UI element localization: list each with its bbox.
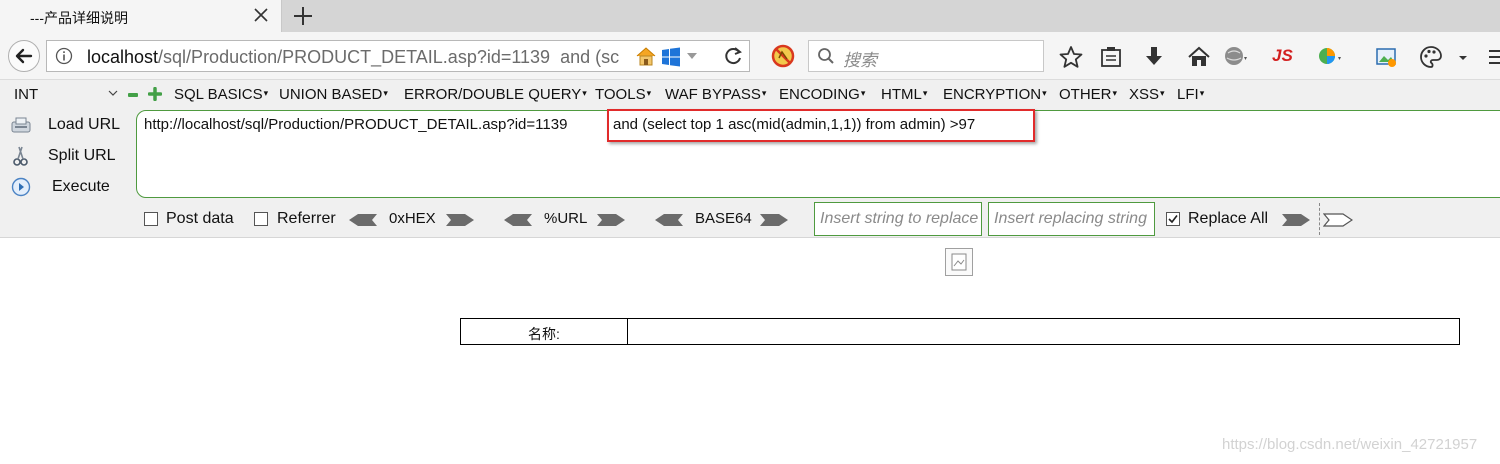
textarea-base-url: http://localhost/sql/Production/PRODUCT_…: [144, 116, 568, 133]
url-encode-arrow-icon[interactable]: [596, 212, 626, 228]
replace-all-label: Replace All: [1188, 210, 1269, 227]
close-icon[interactable]: [250, 3, 272, 27]
globe-addon-icon[interactable]: [1222, 44, 1248, 70]
replace-all-checkbox[interactable]: [1166, 212, 1180, 226]
menu-xss[interactable]: XSS: [1129, 86, 1165, 103]
windows-icon[interactable]: [661, 47, 681, 67]
url-path: /sql/Production/PRODUCT_DETAIL.asp?id=11…: [158, 47, 551, 67]
search-placeholder: 搜索: [843, 51, 877, 70]
tab-strip: ---产品详细说明: [0, 0, 1500, 32]
back-arrow-icon: [15, 48, 33, 64]
url-encode-label: %URL: [544, 210, 588, 227]
hex-label: 0xHEX: [389, 210, 436, 227]
post-data-label: Post data: [166, 210, 234, 227]
hex-decode-arrow-icon[interactable]: [348, 212, 378, 228]
injection-highlight-box: [607, 109, 1035, 142]
bookmark-star-icon[interactable]: [1058, 44, 1084, 70]
menu-union-based[interactable]: UNION BASED: [279, 86, 388, 103]
checkmark-icon: [1168, 215, 1178, 224]
split-url-label: Split URL: [48, 147, 116, 164]
menu-html[interactable]: HTML: [881, 86, 927, 103]
dropdown-icon[interactable]: [685, 49, 699, 63]
menu-error-double-query[interactable]: ERROR/DOUBLE QUERY: [404, 86, 587, 103]
menu-icon[interactable]: [1486, 44, 1500, 70]
menu-tools[interactable]: TOOLS: [595, 86, 651, 103]
url-host: localhost: [87, 47, 159, 67]
referrer-checkbox[interactable]: [254, 212, 268, 226]
address-bar[interactable]: localhost/sql/Production/PRODUCT_DETAIL.…: [46, 40, 750, 72]
execute-button[interactable]: Execute: [10, 174, 130, 200]
plus-icon[interactable]: [148, 87, 162, 101]
encoding-select[interactable]: INT: [8, 84, 120, 104]
menu-encoding[interactable]: ENCODING: [779, 86, 865, 103]
name-label: 名称:: [528, 326, 560, 342]
back-button[interactable]: [8, 40, 40, 72]
divider: [1319, 203, 1321, 235]
active-tab[interactable]: ---产品详细说明: [0, 0, 282, 32]
play-icon: [11, 177, 31, 197]
home-addon-icon[interactable]: [635, 46, 657, 66]
broken-image-icon: [945, 248, 973, 276]
menu-waf-bypass[interactable]: WAF BYPASS: [665, 86, 766, 103]
reading-list-icon[interactable]: [1098, 44, 1124, 70]
overflow-chevron-icon[interactable]: [1456, 44, 1470, 70]
watermark: https://blog.csdn.net/weixin_42721957: [1222, 436, 1478, 453]
hex-encode-arrow-icon[interactable]: [445, 212, 475, 228]
tab-title: ---产品详细说明: [30, 10, 128, 26]
load-url-button[interactable]: Load URL: [10, 112, 130, 138]
ad-block-icon[interactable]: [770, 43, 796, 69]
menu-encryption[interactable]: ENCRYPTION: [943, 86, 1047, 103]
addon-color-icon[interactable]: [1316, 44, 1342, 70]
split-url-button[interactable]: Split URL: [10, 143, 130, 169]
replace-from-input[interactable]: Insert string to replace: [814, 202, 982, 236]
reload-icon[interactable]: [722, 44, 744, 68]
load-url-label: Load URL: [48, 116, 121, 133]
home-icon[interactable]: [1186, 44, 1212, 70]
search-icon: [818, 48, 834, 64]
search-box[interactable]: 搜索: [808, 40, 1044, 72]
base64-decode-arrow-icon[interactable]: [654, 212, 684, 228]
menu-lfi[interactable]: LFI: [1177, 86, 1204, 103]
menu-other[interactable]: OTHER: [1059, 86, 1117, 103]
scissors-icon: [13, 146, 28, 166]
replace-to-input[interactable]: Insert replacing string: [988, 202, 1155, 236]
replace-next-arrow-icon[interactable]: [1323, 212, 1353, 228]
palette-icon[interactable]: [1418, 44, 1444, 70]
download-icon[interactable]: [1141, 44, 1167, 70]
screenshot-icon[interactable]: [1374, 44, 1400, 70]
product-detail-table: 名称:: [460, 318, 1460, 345]
base64-encode-arrow-icon[interactable]: [759, 212, 789, 228]
encoding-select-value: INT: [14, 86, 39, 103]
base64-label: BASE64: [695, 210, 752, 227]
replace-from-placeholder: Insert string to replace: [820, 210, 979, 227]
post-data-checkbox[interactable]: [144, 212, 158, 226]
load-url-icon: [11, 117, 31, 133]
execute-label: Execute: [52, 178, 110, 195]
replace-to-placeholder: Insert replacing string: [994, 210, 1147, 227]
chevron-down-icon: [108, 90, 118, 96]
url-text: localhost/sql/Production/PRODUCT_DETAIL.…: [87, 47, 619, 68]
menu-sql-basics[interactable]: SQL BASICS: [174, 86, 268, 103]
cell-divider: [627, 319, 628, 344]
info-icon[interactable]: [55, 47, 73, 65]
nav-bar: localhost/sql/Production/PRODUCT_DETAIL.…: [0, 32, 1500, 80]
referrer-label: Referrer: [277, 210, 336, 227]
url-tail: and (sс: [550, 47, 620, 67]
js-addon-label[interactable]: JS: [1272, 46, 1293, 66]
new-tab-icon[interactable]: [290, 3, 316, 29]
minus-icon[interactable]: [127, 90, 139, 100]
url-decode-arrow-icon[interactable]: [503, 212, 533, 228]
replace-go-arrow-icon[interactable]: [1281, 212, 1311, 228]
